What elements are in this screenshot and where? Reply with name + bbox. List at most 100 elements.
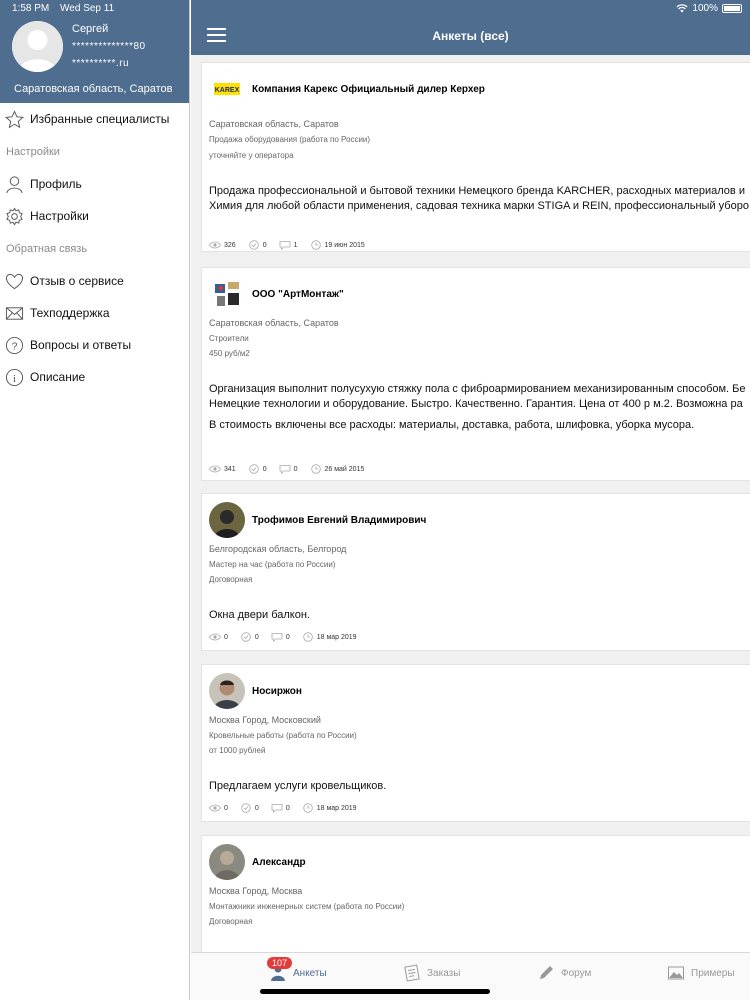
user-photo-icon [209, 502, 245, 538]
profile-card[interactable]: Носиржон Москва Город, Московский Кровел… [201, 664, 750, 822]
checks-stat: 0 [248, 464, 267, 474]
status-date: Wed Sep 11 [60, 3, 115, 14]
checks-stat: 0 [240, 632, 259, 642]
card-stats: 341 0 0 26 май 2015 [209, 464, 376, 474]
tab-orders[interactable]: Заказы [403, 953, 460, 993]
card-date: 26 май 2015 [324, 465, 365, 473]
svg-text:KAREX: KAREX [215, 87, 240, 94]
comments-count: 0 [285, 804, 290, 812]
eye-icon [209, 241, 221, 249]
eye-icon [209, 465, 221, 473]
sidebar-item-label: Отзыв о сервисе [30, 274, 124, 288]
person-icon [5, 175, 24, 194]
page-title: Анкеты (все) [432, 29, 509, 43]
notepad-icon [404, 964, 420, 982]
card-description-line: Химия для любой области применения, садо… [209, 200, 749, 212]
info-icon: i [5, 368, 24, 387]
card-date: 18 мар 2019 [316, 804, 357, 812]
sidebar-item-label: Профиль [30, 177, 82, 191]
svg-text:?: ? [12, 341, 18, 352]
comments-stat: 0 [271, 803, 290, 813]
card-stats: 326 0 1 19 июн 2015 [209, 240, 377, 250]
card-price: 450 руб/м2 [209, 349, 250, 358]
sidebar-item-profile[interactable]: Профиль [0, 168, 189, 200]
views-count: 0 [224, 633, 228, 641]
card-price: уточняйте у оператора [209, 151, 294, 160]
profiles-count-badge: 107 [267, 957, 293, 969]
card-location: Москва Город, Московский [209, 715, 321, 725]
views-count: 0 [224, 804, 228, 812]
home-indicator[interactable] [260, 989, 490, 994]
sidebar-item-favorites[interactable]: Избранные специалисты [0, 103, 189, 135]
card-title: Трофимов Евгений Владимирович [252, 514, 427, 526]
checks-stat: 0 [248, 240, 267, 250]
card-location: Саратовская область, Саратов [209, 318, 339, 328]
user-photo-icon [209, 844, 245, 880]
checks-count: 0 [262, 241, 267, 249]
card-location: Москва Город, Москва [209, 886, 303, 896]
checks-count: 0 [262, 465, 267, 473]
card-description-line: В стоимость включены все расходы: матери… [209, 419, 695, 431]
date-stat: 18 мар 2019 [302, 632, 357, 642]
sidebar-menu: Избранные специалисты Настройки Профиль … [0, 103, 189, 393]
card-avatar [209, 276, 245, 312]
profile-card[interactable]: ООО "АртМонтаж" Саратовская область, Сар… [201, 267, 750, 481]
user-location: Саратовская область, Саратов [14, 83, 173, 95]
heart-icon [5, 272, 24, 291]
sidebar-item-about[interactable]: i Описание [0, 361, 189, 393]
card-price: Договорная [209, 575, 253, 584]
question-icon: ? [5, 336, 24, 355]
views-count: 326 [224, 241, 236, 249]
clock-icon [310, 240, 321, 250]
sidebar-item-label: Избранные специалисты [30, 112, 170, 126]
tab-examples[interactable]: Примеры [667, 953, 735, 993]
sidebar-item-label: Вопросы и ответы [30, 338, 132, 352]
tab-forum[interactable]: Форум [537, 953, 591, 993]
views-stat: 0 [209, 803, 228, 813]
company-logo-icon: KAREX [209, 71, 245, 107]
card-category: Мастер на час (работа по России) [209, 560, 336, 569]
card-date: 19 июн 2015 [324, 241, 365, 249]
card-header: Александр [209, 844, 306, 880]
profiles-feed[interactable]: KAREX Компания Карекс Официальный дилер … [191, 55, 750, 952]
profile-card[interactable]: Трофимов Евгений Владимирович Белгородск… [201, 493, 750, 651]
company-logo-icon [209, 276, 245, 312]
sidebar-item-review[interactable]: Отзыв о сервисе [0, 265, 189, 297]
card-avatar [209, 673, 245, 709]
tab-label: Заказы [427, 967, 461, 979]
sidebar: 1:58 PM Wed Sep 11 Сергей **************… [0, 0, 190, 1000]
user-photo-icon [209, 673, 245, 709]
user-email: **********.ru [72, 58, 130, 69]
star-icon [5, 109, 24, 129]
envelope-icon [5, 304, 24, 323]
main-panel: 100% Анкеты (все) KAREX Компания Карекс … [191, 0, 750, 1000]
views-stat: 0 [209, 632, 228, 642]
status-time: 1:58 PM [12, 3, 50, 14]
status-bar-left: 1:58 PM Wed Sep 11 [12, 3, 122, 14]
card-date: 18 мар 2019 [316, 633, 357, 641]
picture-icon [668, 966, 684, 980]
gear-icon [5, 207, 24, 226]
profile-card[interactable]: Александр Москва Город, Москва Монтажник… [201, 835, 750, 952]
profile-card[interactable]: KAREX Компания Карекс Официальный дилер … [201, 62, 750, 252]
card-header: Трофимов Евгений Владимирович [209, 502, 426, 538]
date-stat: 26 май 2015 [310, 464, 365, 474]
sidebar-item-settings[interactable]: Настройки [0, 200, 189, 232]
tab-label: Анкеты [293, 967, 327, 979]
check-circle-icon [248, 464, 259, 474]
card-stats: 0 0 0 18 мар 2019 [209, 632, 369, 642]
card-price: от 1000 рублей [209, 746, 266, 755]
user-avatar[interactable] [12, 21, 63, 72]
eye-icon [209, 633, 221, 641]
sidebar-item-support[interactable]: Техподдержка [0, 297, 189, 329]
card-description-line: Предлагаем услуги кровельщиков. [209, 780, 387, 792]
card-category: Кровельные работы (работа по России) [209, 731, 357, 740]
sidebar-item-faq[interactable]: ? Вопросы и ответы [0, 329, 189, 361]
comment-icon [271, 633, 283, 642]
sidebar-item-label: Настройки [30, 209, 89, 223]
card-location: Белгородская область, Белгород [209, 544, 347, 554]
status-bar-right: 100% [676, 3, 742, 14]
battery-percent: 100% [692, 3, 718, 14]
card-description-line: Продажа профессиональной и бытовой техни… [209, 185, 745, 197]
eye-icon [209, 804, 221, 812]
